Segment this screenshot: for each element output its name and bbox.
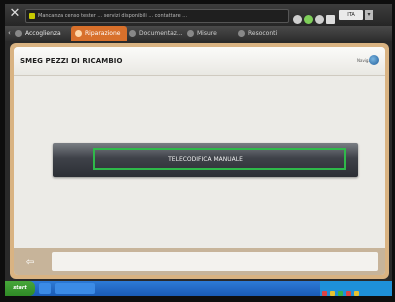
tab-bar: ‹ Accoglienza Riparazione Documentaz... … (5, 26, 392, 41)
tab-label: Resoconti (248, 30, 278, 37)
tray-icon[interactable] (330, 291, 335, 296)
help-button[interactable]: Navigation (357, 54, 379, 67)
page-header: SMEG PEZZI DI RICAMBIO Navigation (14, 47, 385, 76)
tab-label: Accoglienza (25, 30, 61, 37)
app-logo-icon: ✕ (9, 6, 21, 21)
warning-icon (29, 13, 35, 19)
tray-icon[interactable] (338, 291, 343, 296)
report-icon (238, 30, 245, 37)
tab-documentazione[interactable]: Documentaz... (129, 26, 183, 41)
page-title: SMEG PEZZI DI RICAMBIO (20, 57, 123, 65)
gauge-icon (187, 30, 194, 37)
tab-label: Misure (197, 30, 217, 37)
chevron-down-icon[interactable]: ▾ (365, 10, 373, 20)
language-select[interactable]: ITA (339, 10, 363, 20)
tab-resoconti[interactable]: Resoconti (238, 26, 277, 41)
connection-icon[interactable] (293, 15, 302, 24)
system-tray (320, 281, 392, 296)
tray-icon[interactable] (346, 291, 351, 296)
windows-taskbar: start (5, 281, 392, 296)
taskbar-item[interactable] (39, 283, 51, 294)
reception-icon (15, 30, 22, 37)
tab-accoglienza[interactable]: Accoglienza (15, 26, 61, 41)
screen: ✕ Mancanza censo tester ... servizi disp… (5, 4, 392, 296)
tab-misure[interactable]: Misure (187, 26, 217, 41)
panel-content: SMEG PEZZI DI RICAMBIO Navigation TELECO… (14, 47, 385, 275)
help-icon (369, 55, 379, 65)
tray-icon[interactable] (354, 291, 359, 296)
tray-icon[interactable] (322, 291, 327, 296)
status-bar: ✕ Mancanza censo tester ... servizi disp… (5, 4, 392, 26)
main-panel: SMEG PEZZI DI RICAMBIO Navigation TELECO… (10, 43, 389, 279)
selection-highlight (93, 148, 346, 170)
screen-icon[interactable] (326, 15, 335, 24)
status-message: Mancanza censo tester ... servizi dispon… (38, 13, 188, 19)
battery-icon[interactable] (304, 15, 313, 24)
taskbar-item[interactable] (55, 283, 95, 294)
document-icon (129, 30, 136, 37)
message-box[interactable]: Mancanza censo tester ... servizi dispon… (25, 9, 289, 23)
wrench-icon (75, 30, 82, 37)
gear-icon[interactable] (315, 15, 324, 24)
footer-input[interactable] (52, 252, 378, 271)
tab-label: Riparazione (85, 30, 121, 37)
tab-label: Documentaz... (139, 30, 183, 37)
footer-bar: ⇦ (14, 248, 385, 275)
arrow-left-icon[interactable]: ⇦ (20, 256, 40, 269)
tab-riparazione[interactable]: Riparazione (71, 26, 127, 41)
chevron-left-icon[interactable]: ‹ (8, 26, 11, 41)
monitor-bezel: ✕ Mancanza censo tester ... servizi disp… (0, 0, 395, 302)
start-button[interactable]: start (5, 281, 35, 296)
